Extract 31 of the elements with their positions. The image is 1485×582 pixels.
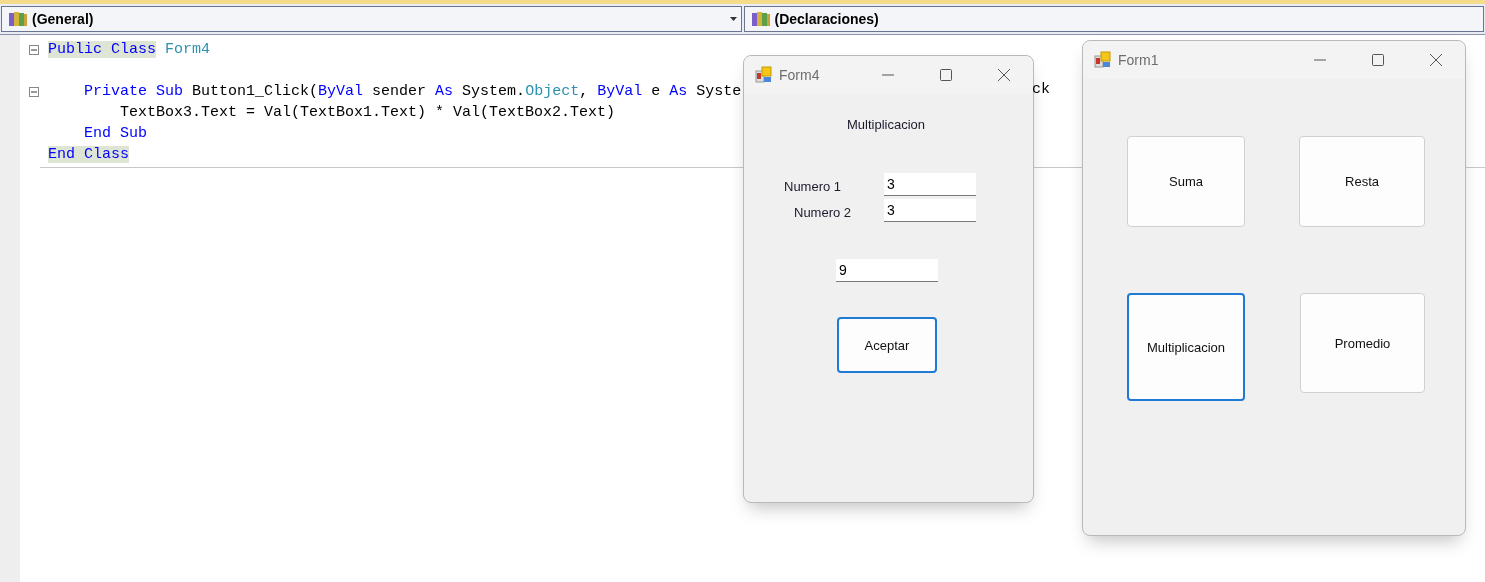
result-field[interactable]: 9 [836, 259, 938, 282]
window-title: Form1 [1118, 52, 1160, 68]
operation-button[interactable]: Resta [1299, 136, 1425, 227]
accept-button[interactable]: Aceptar [837, 317, 937, 373]
code-line: End Sub [83, 125, 147, 142]
code-line: ck [1032, 81, 1050, 98]
collapse-icon[interactable] [29, 86, 39, 97]
collapse-icon[interactable] [29, 44, 39, 55]
app-icon [755, 66, 773, 84]
code-line: Public Class Form4 [48, 41, 211, 58]
input-field[interactable]: 3 [884, 199, 976, 222]
maximize-icon[interactable] [1372, 54, 1384, 66]
input-field[interactable]: 3 [884, 173, 976, 196]
close-icon[interactable] [1430, 54, 1442, 66]
class-icon [750, 11, 771, 27]
member-dropdown[interactable]: (Declaraciones) [743, 6, 1484, 32]
class-icon [8, 11, 28, 27]
code-line: TextBox3.Text = Val(TextBox1.Text) * Val(TextBox2.Text) [119, 104, 616, 121]
code-line: Private Sub Button1_Click(ByVal sender As System.Object, ByVal e As Syste [83, 83, 742, 100]
operation-button[interactable]: Multiplicacion [1127, 293, 1245, 401]
class-dropdown[interactable]: (General) [1, 6, 742, 32]
close-icon[interactable] [998, 69, 1010, 81]
caret-icon [729, 17, 737, 21]
field-label: Numero 2 [794, 205, 852, 220]
field-label: Numero 1 [784, 179, 842, 194]
app-icon [1094, 51, 1112, 69]
heading-label: Multiplicacion [847, 117, 926, 132]
window-title: Form4 [779, 67, 821, 83]
maximize-icon[interactable] [940, 69, 952, 81]
operation-button[interactable]: Promedio [1300, 293, 1425, 393]
operation-button[interactable]: Suma [1127, 136, 1245, 227]
